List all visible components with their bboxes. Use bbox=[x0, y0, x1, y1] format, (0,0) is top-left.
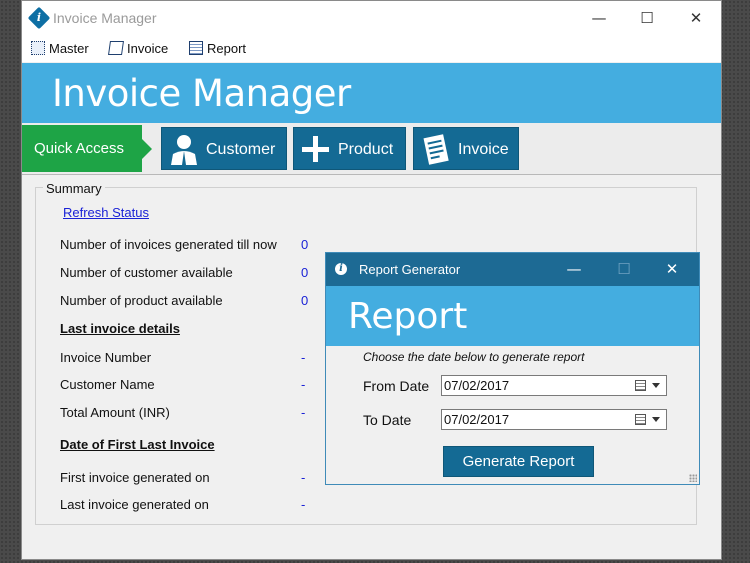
customer-count-label: Number of customer available bbox=[60, 265, 233, 280]
header-banner: Invoice Manager bbox=[22, 63, 721, 123]
master-icon bbox=[31, 41, 45, 55]
product-count-value: 0 bbox=[301, 293, 309, 308]
dialog-header-banner: Report bbox=[326, 286, 699, 346]
customer-name-value: - bbox=[301, 377, 306, 392]
menu-bar: Master Invoice Report bbox=[22, 36, 721, 62]
refresh-status-link[interactable]: Refresh Status bbox=[63, 205, 149, 220]
total-amount-value: - bbox=[301, 405, 306, 420]
dialog-title: Report Generator bbox=[359, 262, 461, 277]
invoice-number-label: Invoice Number bbox=[60, 350, 152, 365]
last-invoice-value: - bbox=[301, 497, 306, 512]
close-button[interactable]: ✕ bbox=[672, 1, 720, 36]
last-invoice-label: Last invoice generated on bbox=[60, 497, 209, 512]
calendar-icon[interactable] bbox=[635, 414, 646, 425]
dialog-close-button[interactable]: ✕ bbox=[649, 253, 695, 286]
report-generator-dialog: i Report Generator — ☐ ✕ Report Choose t… bbox=[325, 252, 700, 485]
menu-report-label: Report bbox=[207, 41, 247, 56]
plus-icon bbox=[302, 136, 329, 162]
menu-invoice[interactable]: Invoice bbox=[108, 40, 169, 58]
first-invoice-label: First invoice generated on bbox=[60, 470, 210, 485]
dialog-minimize-button[interactable]: — bbox=[551, 253, 597, 286]
quick-access-arrow bbox=[142, 139, 152, 159]
summary-legend: Summary bbox=[43, 181, 105, 196]
calendar-icon[interactable] bbox=[635, 380, 646, 391]
to-date-picker[interactable]: 07/02/2017 bbox=[441, 409, 667, 430]
dialog-instruction: Choose the date below to generate report bbox=[363, 350, 585, 364]
dialog-title-bar[interactable]: i Report Generator — ☐ ✕ bbox=[326, 253, 699, 286]
last-invoice-heading: Last invoice details bbox=[60, 321, 180, 336]
maximize-button[interactable]: ☐ bbox=[623, 1, 671, 36]
product-count-label: Number of product available bbox=[60, 293, 223, 308]
window-title: Invoice Manager bbox=[53, 10, 157, 26]
product-button[interactable]: Product bbox=[293, 127, 406, 170]
customer-button[interactable]: Customer bbox=[161, 127, 287, 170]
title-bar[interactable]: i Invoice Manager — ☐ ✕ bbox=[22, 1, 721, 36]
minimize-button[interactable]: — bbox=[575, 1, 623, 36]
menu-master-label: Master bbox=[49, 41, 89, 56]
invoice-doc-icon bbox=[423, 134, 449, 165]
invoices-count-value: 0 bbox=[301, 237, 309, 252]
first-invoice-value: - bbox=[301, 470, 306, 485]
app-logo-icon: i bbox=[27, 6, 51, 30]
menu-report[interactable]: Report bbox=[189, 40, 246, 58]
customer-count-value: 0 bbox=[301, 265, 309, 280]
to-date-value: 07/02/2017 bbox=[444, 412, 510, 427]
generate-report-button[interactable]: Generate Report bbox=[443, 446, 594, 477]
chevron-down-icon[interactable] bbox=[652, 417, 660, 422]
quick-access-bar: Quick Access Customer Product Invoice bbox=[22, 123, 721, 175]
menu-master[interactable]: Master bbox=[31, 40, 89, 58]
customer-name-label: Customer Name bbox=[60, 377, 155, 392]
dialog-header-title: Report bbox=[348, 296, 468, 337]
invoice-button[interactable]: Invoice bbox=[413, 127, 519, 170]
header-title: Invoice Manager bbox=[52, 72, 351, 115]
total-amount-label: Total Amount (INR) bbox=[60, 405, 170, 420]
invoice-button-label: Invoice bbox=[458, 141, 509, 158]
customer-button-label: Customer bbox=[206, 141, 276, 158]
quick-access-label: Quick Access bbox=[22, 125, 142, 172]
dialog-logo-icon: i bbox=[335, 263, 347, 275]
chevron-down-icon[interactable] bbox=[652, 383, 660, 388]
invoice-number-value: - bbox=[301, 350, 306, 365]
from-date-value: 07/02/2017 bbox=[444, 378, 510, 393]
menu-invoice-label: Invoice bbox=[127, 41, 169, 56]
invoice-icon bbox=[108, 41, 124, 55]
to-date-label: To Date bbox=[363, 412, 412, 428]
invoice-dates-heading: Date of First Last Invoice bbox=[60, 437, 215, 452]
invoices-count-label: Number of invoices generated till now bbox=[60, 237, 277, 252]
customer-icon bbox=[171, 135, 197, 165]
report-icon bbox=[189, 41, 203, 55]
resize-grip[interactable] bbox=[689, 474, 697, 482]
dialog-maximize-button: ☐ bbox=[617, 260, 631, 278]
from-date-label: From Date bbox=[363, 378, 430, 394]
product-button-label: Product bbox=[338, 141, 394, 158]
from-date-picker[interactable]: 07/02/2017 bbox=[441, 375, 667, 396]
